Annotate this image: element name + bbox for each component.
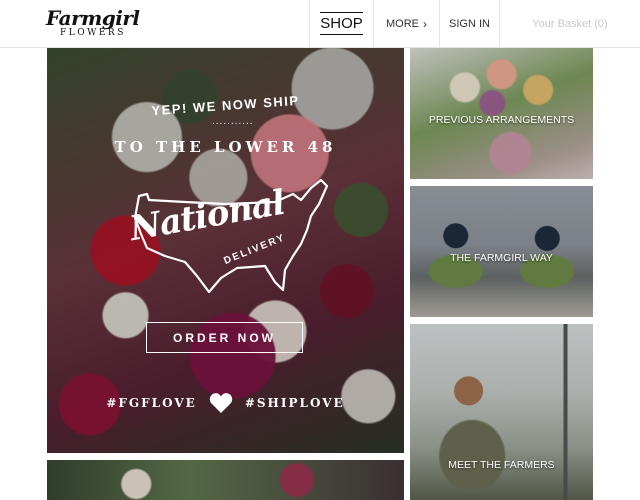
previous-arrangements-label: PREVIOUS ARRANGEMENTS bbox=[428, 114, 575, 126]
nav-more-label: MORE bbox=[386, 17, 419, 30]
nav-sign-in-label: SIGN IN bbox=[449, 17, 490, 30]
meet-the-farmers-label: MEET THE FARMERS bbox=[448, 459, 555, 471]
hero-hashtags: #FGFLOVE #SHIPLOVE bbox=[47, 392, 404, 414]
chevron-right-icon: › bbox=[423, 16, 427, 31]
hashtag-shiplove: #SHIPLOVE bbox=[244, 396, 345, 410]
nav-shop-label: SHOP bbox=[320, 12, 363, 35]
previous-arrangements-tile[interactable]: PREVIOUS ARRANGEMENTS bbox=[410, 48, 593, 179]
nav-shop-link[interactable]: SHOP bbox=[309, 0, 373, 47]
farmgirl-way-tile[interactable]: THE FARMGIRL WAY bbox=[410, 186, 593, 317]
national-delivery-hero[interactable]: YEP! WE NOW SHIP ........... TO THE LOWE… bbox=[47, 48, 404, 453]
order-now-button[interactable]: ORDER NOW bbox=[146, 322, 303, 353]
nav-sign-in-link[interactable]: SIGN IN bbox=[439, 0, 499, 47]
logo-brand: Farmgirl bbox=[46, 6, 140, 30]
hero-lower48-text: TO THE LOWER 48 bbox=[114, 138, 337, 156]
site-header: Farmgirl FLOWERS SHOP MORE › SIGN IN You… bbox=[0, 0, 640, 48]
hashtag-fgflove: #FGFLOVE bbox=[106, 396, 197, 410]
meet-the-farmers-tile[interactable]: MEET THE FARMERS bbox=[410, 324, 593, 500]
nav-basket-label: Your Basket (0) bbox=[532, 17, 608, 30]
nav-more-link[interactable]: MORE › bbox=[373, 0, 439, 47]
nav-basket-link[interactable]: Your Basket (0) bbox=[499, 0, 640, 47]
farmgirl-way-label: THE FARMGIRL WAY bbox=[450, 252, 553, 264]
hero-divider-dots: ........... bbox=[212, 116, 254, 127]
farmgirl-logo[interactable]: Farmgirl FLOWERS bbox=[46, 8, 142, 40]
heart-icon bbox=[209, 393, 233, 413]
bottom-flower-tile[interactable] bbox=[47, 460, 404, 500]
